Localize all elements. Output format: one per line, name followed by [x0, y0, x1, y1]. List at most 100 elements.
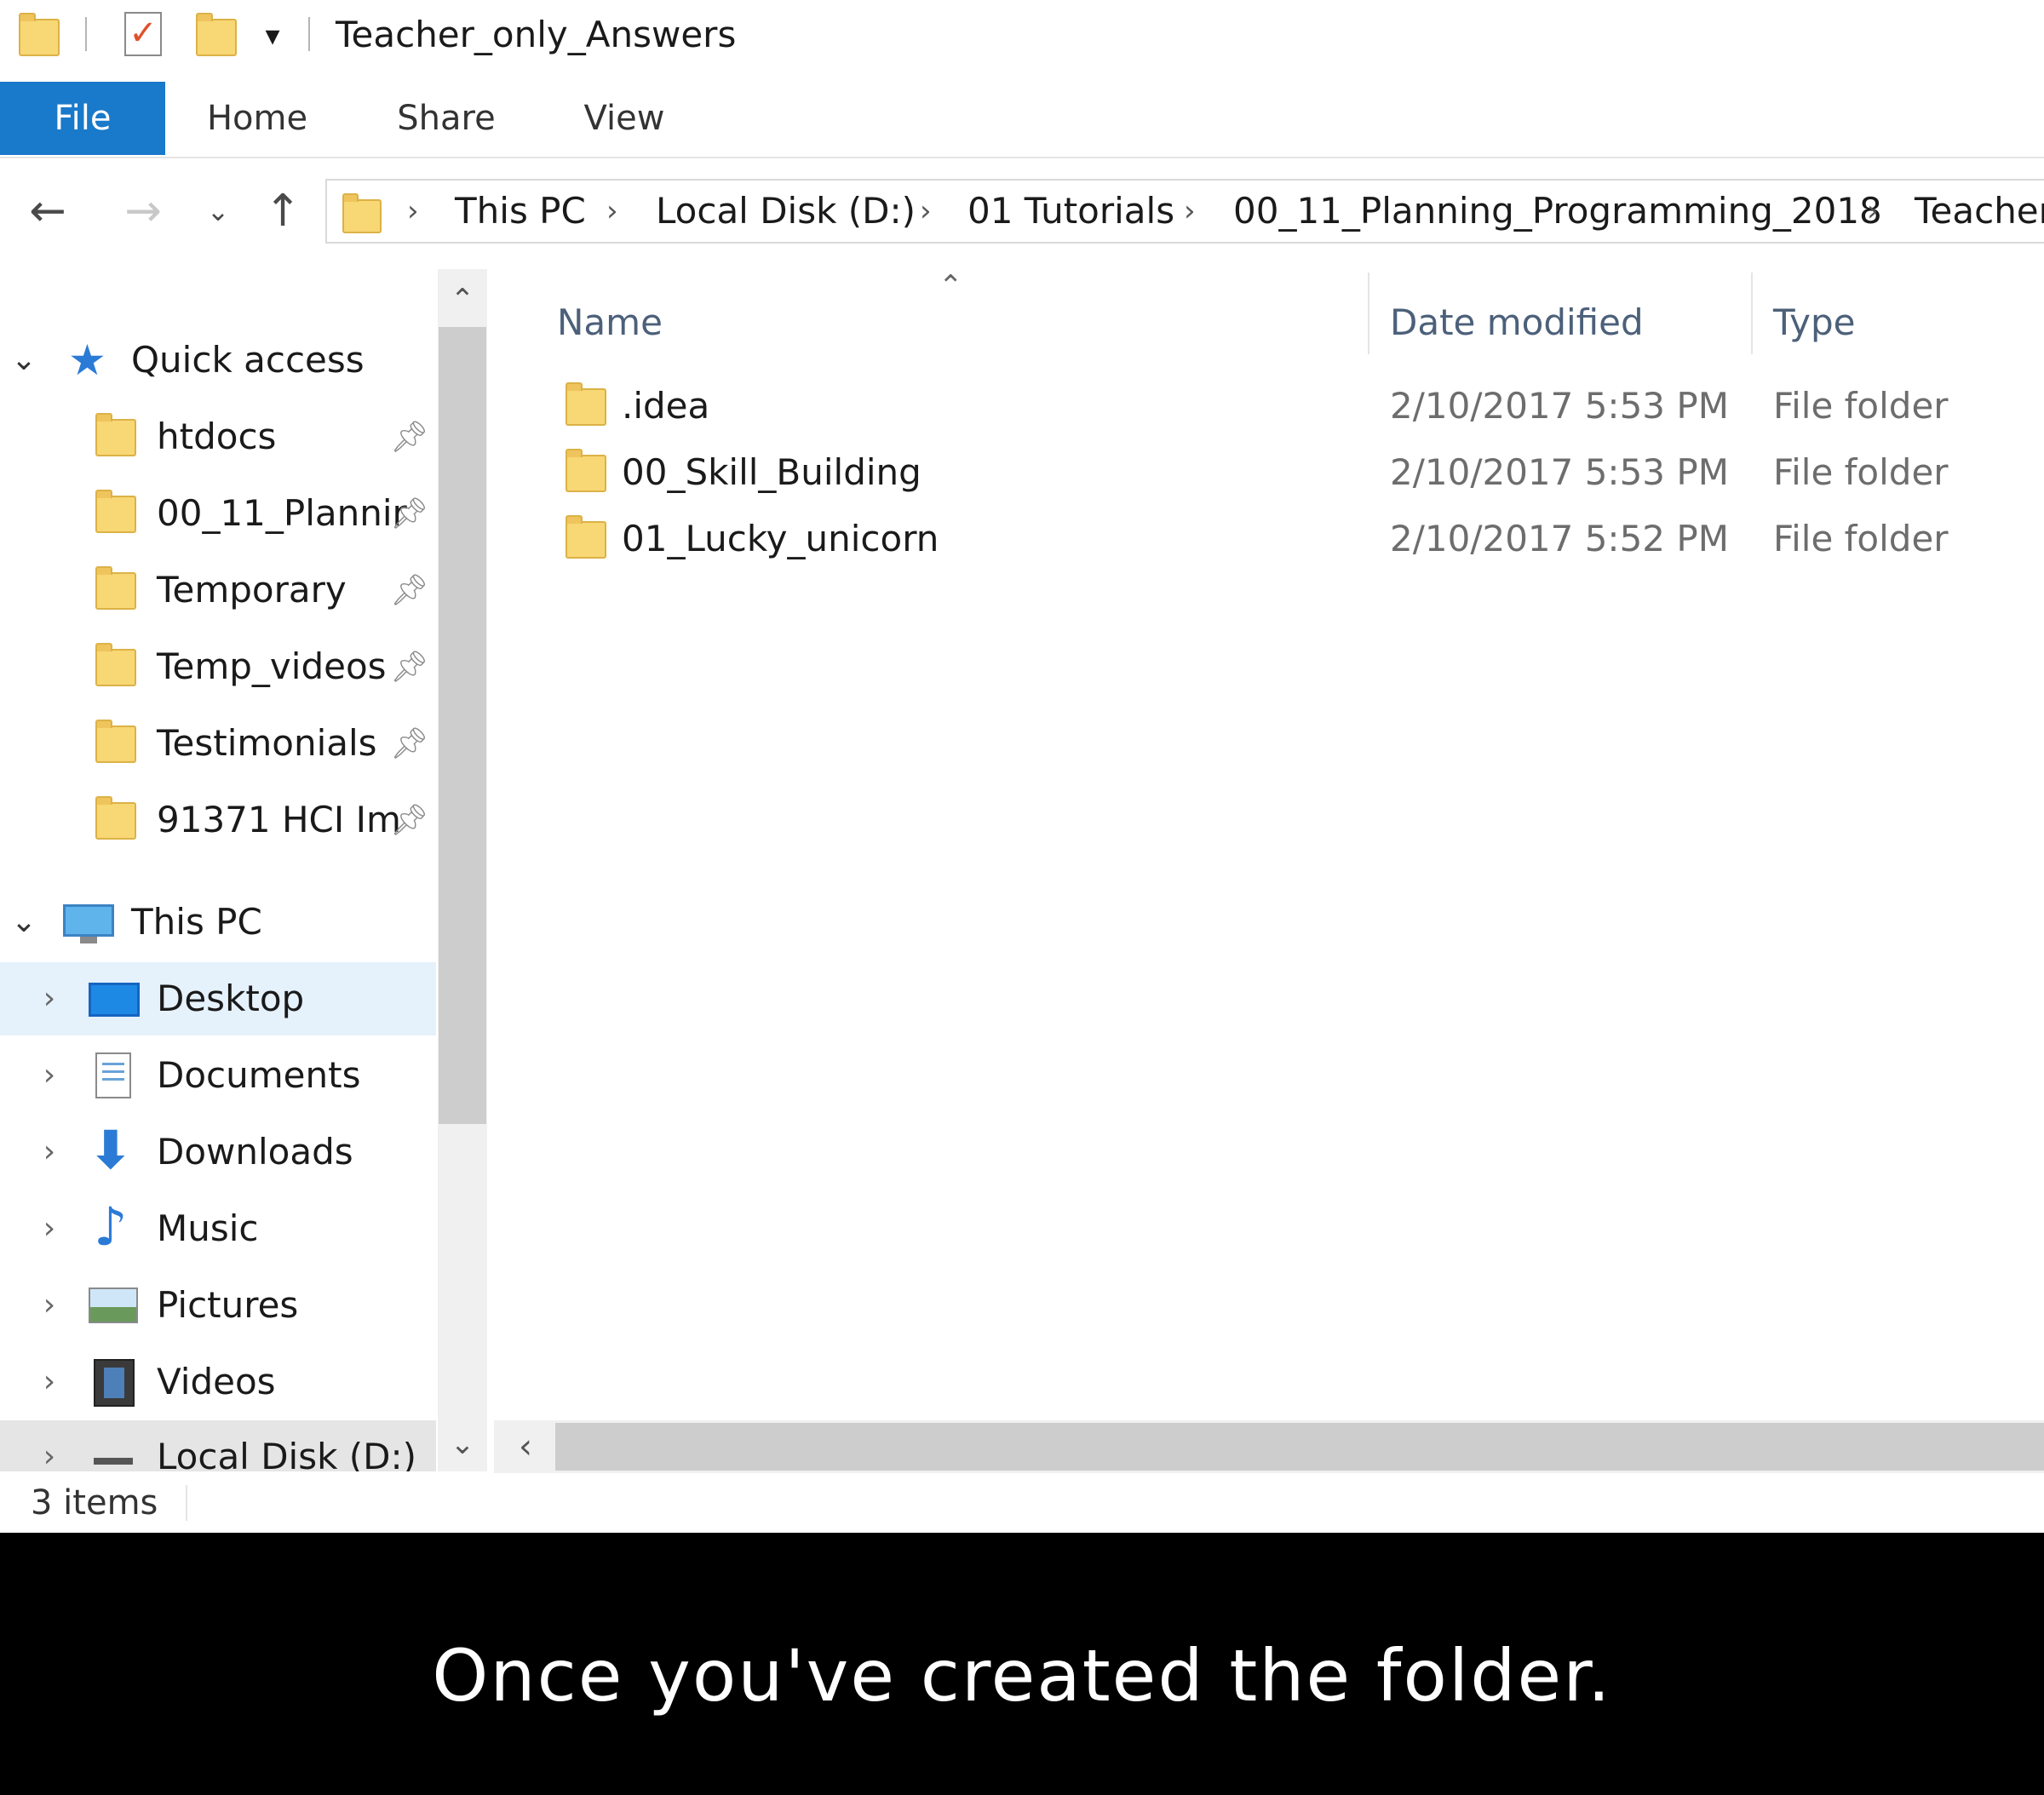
nav-downloads[interactable]: › ⬇ Downloads: [0, 1115, 436, 1189]
expand-chevron-icon[interactable]: ›: [32, 1420, 66, 1471]
folder-icon: [95, 413, 136, 456]
scroll-left-icon[interactable]: ‹: [499, 1420, 552, 1473]
breadcrumb-separator-icon[interactable]: ›: [920, 181, 932, 242]
horizontal-scrollbar-thumb[interactable]: [555, 1423, 2044, 1471]
sort-ascending-icon: ⌃: [939, 269, 963, 303]
navigation-row: ← → ⌄ ↑ › This PC › Local Disk (D:) › 01…: [0, 158, 2044, 264]
monitor-icon: [63, 904, 114, 937]
recent-locations-chevron-icon[interactable]: ⌄: [192, 184, 244, 238]
breadcrumb-separator-icon[interactable]: ›: [407, 181, 419, 242]
scroll-up-icon[interactable]: ⌃: [438, 272, 487, 327]
file-name[interactable]: .idea: [622, 373, 709, 439]
breadcrumb-separator-icon[interactable]: ›: [1184, 181, 1196, 242]
file-row[interactable]: .idea 2/10/2017 5:53 PM File folder: [494, 373, 2044, 439]
column-header-type[interactable]: Type: [1773, 295, 1855, 351]
file-type: File folder: [1773, 451, 1949, 493]
nav-pane-scrollbar-thumb[interactable]: [439, 327, 486, 1124]
ribbon-tabs: File Home Share View: [0, 82, 2044, 158]
folder-icon: [95, 643, 136, 686]
breadcrumb-planning-programming[interactable]: 00_11_Planning_Programming_2018: [1233, 181, 1882, 242]
breadcrumb-separator-icon[interactable]: ›: [606, 181, 618, 242]
folder-icon: [95, 720, 136, 763]
pin-icon[interactable]: 📌︎: [390, 572, 429, 608]
folder-icon: [566, 382, 606, 426]
folder-icon: [566, 515, 606, 559]
nav-music[interactable]: › ♪ Music: [0, 1192, 436, 1265]
file-name[interactable]: 00_Skill_Building: [622, 439, 922, 506]
file-type: File folder: [1773, 385, 1949, 427]
breadcrumb-separator-icon[interactable]: ›: [1867, 181, 1879, 242]
properties-checkbox-icon[interactable]: ✓: [124, 12, 162, 56]
pin-icon[interactable]: 📌︎: [390, 802, 429, 838]
collapse-chevron-icon[interactable]: ⌄: [7, 324, 41, 397]
nav-desktop[interactable]: › Desktop: [0, 962, 436, 1035]
folder-icon: [566, 449, 606, 492]
folder-icon[interactable]: [19, 13, 60, 56]
nav-pinned-item[interactable]: htdocs 📌︎: [0, 400, 436, 473]
column-header-name[interactable]: Name: [557, 295, 663, 351]
expand-chevron-icon[interactable]: ›: [32, 1345, 66, 1419]
expand-chevron-icon[interactable]: ›: [32, 1192, 66, 1265]
tab-home[interactable]: Home: [198, 82, 317, 155]
folder-icon: [95, 566, 136, 610]
expand-chevron-icon[interactable]: ›: [32, 1115, 66, 1189]
desktop-icon: [89, 983, 140, 1017]
breadcrumb-local-disk[interactable]: Local Disk (D:): [656, 181, 916, 242]
back-arrow-icon[interactable]: ←: [20, 184, 75, 238]
breadcrumb-this-pc[interactable]: This PC: [455, 181, 586, 242]
pin-icon[interactable]: 📌︎: [390, 725, 429, 761]
file-date: 2/10/2017 5:52 PM: [1390, 518, 1729, 559]
forward-arrow-icon[interactable]: →: [116, 184, 170, 238]
expand-chevron-icon[interactable]: ›: [32, 1039, 66, 1112]
up-arrow-icon[interactable]: ↑: [256, 184, 310, 238]
pin-icon[interactable]: 📌︎: [390, 496, 429, 531]
window-title: Teacher_only_Answers: [336, 14, 737, 55]
tab-share[interactable]: Share: [387, 82, 506, 155]
film-icon: [94, 1359, 135, 1407]
nav-pinned-item[interactable]: 91371 HCI Im 📌︎: [0, 783, 436, 857]
breadcrumb-tutorials[interactable]: 01 Tutorials: [967, 181, 1174, 242]
file-row[interactable]: 01_Lucky_unicorn 2/10/2017 5:52 PM File …: [494, 506, 2044, 572]
status-bar: 3 items: [0, 1473, 2044, 1533]
drive-icon: [94, 1458, 133, 1465]
pin-icon[interactable]: 📌︎: [390, 419, 429, 455]
tab-view[interactable]: View: [567, 82, 681, 155]
nav-pinned-item[interactable]: 00_11_Plannir 📌︎: [0, 477, 436, 550]
caption-text: Once you've created the folder.: [432, 1634, 1612, 1718]
nav-videos[interactable]: › Videos: [0, 1345, 436, 1419]
nav-quick-access[interactable]: ⌄ ★ Quick access: [0, 324, 436, 397]
column-header-date-modified[interactable]: Date modified: [1390, 295, 1644, 351]
title-bar: ✓ ▾ Teacher_only_Answers: [0, 0, 2044, 72]
nav-local-disk[interactable]: › Local Disk (D:): [0, 1420, 436, 1471]
file-row[interactable]: 00_Skill_Building 2/10/2017 5:53 PM File…: [494, 439, 2044, 506]
nav-pinned-item[interactable]: Temp_videos 📌︎: [0, 630, 436, 703]
tab-file[interactable]: File: [0, 82, 165, 155]
expand-chevron-icon[interactable]: ›: [32, 1269, 66, 1342]
address-folder-icon: [342, 193, 382, 233]
document-icon: [95, 1052, 131, 1098]
pin-icon[interactable]: 📌︎: [390, 649, 429, 685]
nav-documents[interactable]: › Documents: [0, 1039, 436, 1112]
file-list: ⌃ Name Date modified Type .idea 2/10/201…: [494, 269, 2044, 1424]
new-folder-icon[interactable]: [196, 13, 237, 56]
breadcrumb-teacher-only-answers[interactable]: Teacher_only_Answers: [1915, 181, 2044, 242]
nav-pictures[interactable]: › Pictures: [0, 1269, 436, 1342]
file-name[interactable]: 01_Lucky_unicorn: [622, 506, 939, 572]
item-count: 3 items: [31, 1483, 158, 1523]
expand-chevron-icon[interactable]: ›: [32, 962, 66, 1035]
folder-icon: [95, 490, 136, 533]
file-date: 2/10/2017 5:53 PM: [1390, 385, 1729, 427]
address-bar[interactable]: › This PC › Local Disk (D:) › 01 Tutoria…: [325, 179, 2044, 244]
picture-icon: [89, 1287, 138, 1323]
customize-toolbar-dropdown-icon[interactable]: ▾: [256, 15, 290, 56]
scroll-down-icon[interactable]: ⌄: [438, 1417, 487, 1471]
nav-pinned-item[interactable]: Testimonials 📌︎: [0, 707, 436, 780]
nav-pinned-item[interactable]: Temporary 📌︎: [0, 553, 436, 627]
file-type: File folder: [1773, 518, 1949, 559]
subtitle-caption: Once you've created the folder.: [0, 1533, 2044, 1795]
nav-this-pc[interactable]: ⌄ This PC: [0, 886, 436, 959]
folder-icon: [95, 796, 136, 840]
download-arrow-icon: ⬇: [89, 1119, 133, 1181]
navigation-pane: ⌄ ★ Quick access htdocs 📌︎ 00_11_Plannir…: [0, 269, 436, 1471]
collapse-chevron-icon[interactable]: ⌄: [7, 886, 41, 959]
